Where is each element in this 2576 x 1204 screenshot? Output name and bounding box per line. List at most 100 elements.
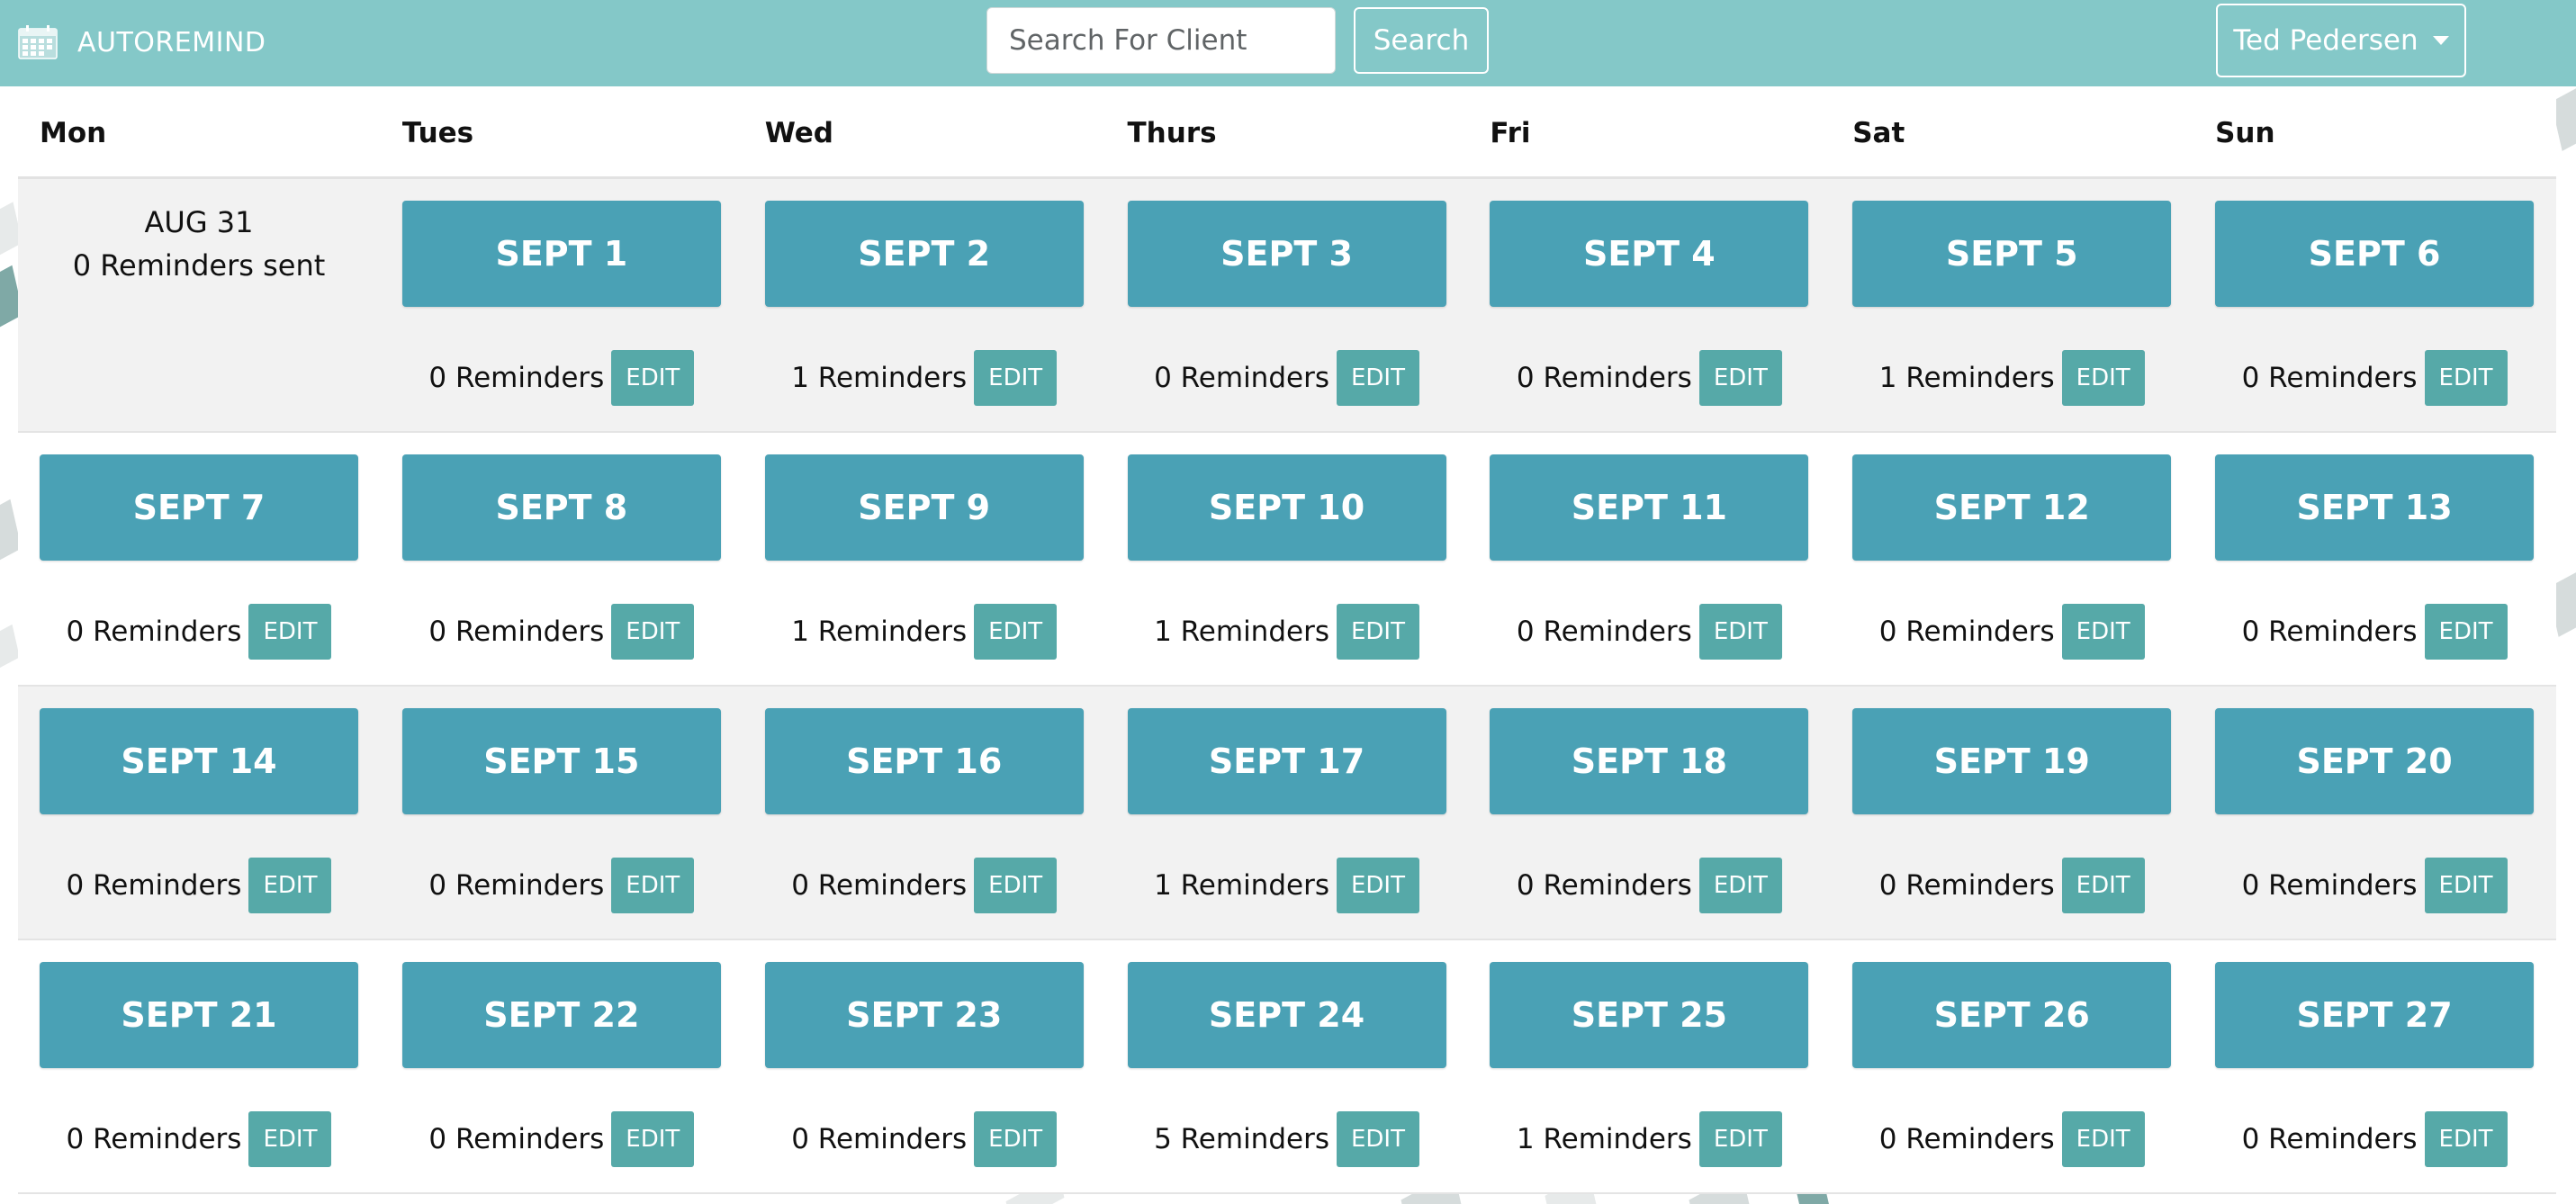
reminders-line: 0 Reminders EDIT — [40, 1108, 358, 1171]
edit-reminders-button[interactable]: EDIT — [611, 1111, 695, 1167]
date-button[interactable]: SEPT 17 — [1127, 708, 1446, 814]
user-menu-dropdown[interactable]: Ted Pedersen — [2216, 4, 2466, 77]
edit-reminders-button[interactable]: EDIT — [248, 858, 332, 913]
reminder-count: 0 Reminders — [428, 615, 605, 648]
edit-reminders-button[interactable]: EDIT — [611, 604, 695, 660]
past-day-date: AUG 31 — [144, 205, 254, 239]
date-button[interactable]: SEPT 13 — [2215, 454, 2535, 561]
date-button[interactable]: SEPT 5 — [1852, 201, 2172, 307]
reminder-count: 0 Reminders — [2241, 615, 2418, 648]
edit-reminders-button[interactable]: EDIT — [611, 350, 695, 406]
reminder-count: 0 Reminders — [428, 362, 605, 394]
reminders-line: 0 Reminders EDIT — [2215, 600, 2534, 663]
reminders-line: 0 Reminders EDIT — [1128, 346, 1446, 409]
edit-reminders-button[interactable]: EDIT — [1336, 858, 1419, 913]
edit-reminders-button[interactable]: EDIT — [974, 604, 1058, 660]
date-button[interactable]: SEPT 25 — [1490, 962, 1809, 1068]
weekday-header: Mon — [40, 117, 107, 149]
reminder-count: 0 Reminders — [66, 1123, 242, 1155]
edit-reminders-button[interactable]: EDIT — [1698, 858, 1782, 913]
reminder-count: 0 Reminders — [428, 869, 605, 902]
day-cell: SEPT 6 0 Reminders EDIT — [2193, 179, 2556, 431]
day-cell: AUG 31 0 Reminders sent — [18, 179, 381, 431]
past-day-summary: AUG 31 0 Reminders sent — [18, 201, 380, 287]
edit-reminders-button[interactable]: EDIT — [974, 858, 1058, 913]
date-button[interactable]: SEPT 21 — [40, 962, 358, 1068]
day-cell: SEPT 15 0 Reminders EDIT — [381, 687, 743, 939]
edit-reminders-button[interactable]: EDIT — [1698, 1111, 1782, 1167]
edit-reminders-button[interactable]: EDIT — [1336, 350, 1419, 406]
date-button[interactable]: SEPT 10 — [1127, 454, 1446, 561]
day-cell: SEPT 3 0 Reminders EDIT — [1106, 179, 1469, 431]
search-button[interactable]: Search — [1354, 7, 1489, 74]
reminders-line: 0 Reminders EDIT — [402, 600, 721, 663]
edit-reminders-button[interactable]: EDIT — [2061, 350, 2145, 406]
day-cell: SEPT 14 0 Reminders EDIT — [18, 687, 381, 939]
reminder-count: 0 Reminders — [1516, 869, 1692, 902]
date-button[interactable]: SEPT 24 — [1127, 962, 1446, 1068]
date-button[interactable]: SEPT 27 — [2215, 962, 2535, 1068]
top-navbar: AUTOREMIND Search Ted Pedersen — [0, 0, 2576, 86]
date-button[interactable]: SEPT 8 — [401, 454, 721, 561]
date-button[interactable]: SEPT 12 — [1852, 454, 2172, 561]
date-button[interactable]: SEPT 14 — [40, 708, 358, 814]
day-cell: SEPT 25 1 Reminders EDIT — [1468, 940, 1831, 1192]
date-button[interactable]: SEPT 6 — [2215, 201, 2535, 307]
date-button[interactable]: SEPT 9 — [764, 454, 1084, 561]
edit-reminders-button[interactable]: EDIT — [974, 350, 1058, 406]
date-button[interactable]: SEPT 26 — [1852, 962, 2172, 1068]
date-button[interactable]: SEPT 23 — [764, 962, 1084, 1068]
client-search-input[interactable] — [986, 7, 1336, 74]
brand-name: AUTOREMIND — [77, 26, 266, 58]
user-name: Ted Pedersen — [2233, 24, 2418, 57]
reminder-count: 5 Reminders — [1154, 1123, 1329, 1155]
date-button[interactable]: SEPT 16 — [764, 708, 1084, 814]
edit-reminders-button[interactable]: EDIT — [248, 1111, 332, 1167]
date-button[interactable]: SEPT 3 — [1127, 201, 1446, 307]
edit-reminders-button[interactable]: EDIT — [1698, 350, 1782, 406]
edit-reminders-button[interactable]: EDIT — [248, 604, 332, 660]
day-cell: SEPT 22 0 Reminders EDIT — [381, 940, 743, 1192]
weekday-header: Sat — [1852, 117, 1905, 149]
edit-reminders-button[interactable]: EDIT — [974, 1111, 1058, 1167]
edit-reminders-button[interactable]: EDIT — [1336, 604, 1419, 660]
day-cell: SEPT 7 0 Reminders EDIT — [18, 433, 381, 685]
reminders-line: 1 Reminders EDIT — [765, 346, 1084, 409]
reminder-count: 0 Reminders — [66, 869, 242, 902]
reminder-count: 0 Reminders — [66, 615, 242, 648]
edit-reminders-button[interactable]: EDIT — [2424, 604, 2508, 660]
date-button[interactable]: SEPT 19 — [1852, 708, 2172, 814]
day-cell: SEPT 18 0 Reminders EDIT — [1468, 687, 1831, 939]
day-cell: SEPT 12 0 Reminders EDIT — [1831, 433, 2193, 685]
reminder-count: 0 Reminders — [1878, 1123, 2055, 1155]
date-button[interactable]: SEPT 15 — [401, 708, 721, 814]
calendar-icon — [18, 25, 58, 59]
date-button[interactable]: SEPT 20 — [2215, 708, 2535, 814]
date-button[interactable]: SEPT 4 — [1490, 201, 1809, 307]
date-button[interactable]: SEPT 1 — [401, 201, 721, 307]
day-cell: SEPT 26 0 Reminders EDIT — [1831, 940, 2193, 1192]
date-button[interactable]: SEPT 22 — [401, 962, 721, 1068]
edit-reminders-button[interactable]: EDIT — [1336, 1111, 1419, 1167]
brand[interactable]: AUTOREMIND — [18, 22, 266, 63]
day-cell: SEPT 11 0 Reminders EDIT — [1468, 433, 1831, 685]
date-button[interactable]: SEPT 11 — [1490, 454, 1809, 561]
day-cell: SEPT 17 1 Reminders EDIT — [1106, 687, 1469, 939]
day-cell: SEPT 1 0 Reminders EDIT — [381, 179, 743, 431]
edit-reminders-button[interactable]: EDIT — [611, 858, 695, 913]
day-cell: SEPT 24 5 Reminders EDIT — [1106, 940, 1469, 1192]
reminder-count: 1 Reminders — [1516, 1123, 1692, 1155]
edit-reminders-button[interactable]: EDIT — [2061, 858, 2145, 913]
edit-reminders-button[interactable]: EDIT — [2061, 1111, 2145, 1167]
edit-reminders-button[interactable]: EDIT — [2424, 858, 2508, 913]
date-button[interactable]: SEPT 18 — [1490, 708, 1809, 814]
edit-reminders-button[interactable]: EDIT — [2424, 350, 2508, 406]
edit-reminders-button[interactable]: EDIT — [2061, 604, 2145, 660]
date-button[interactable]: SEPT 7 — [40, 454, 358, 561]
weekday-header: Sun — [2215, 117, 2275, 149]
weekday-header: Tues — [401, 117, 474, 149]
edit-reminders-button[interactable]: EDIT — [1698, 604, 1782, 660]
date-button[interactable]: SEPT 2 — [764, 201, 1084, 307]
reminders-line: 1 Reminders EDIT — [765, 600, 1084, 663]
edit-reminders-button[interactable]: EDIT — [2424, 1111, 2508, 1167]
